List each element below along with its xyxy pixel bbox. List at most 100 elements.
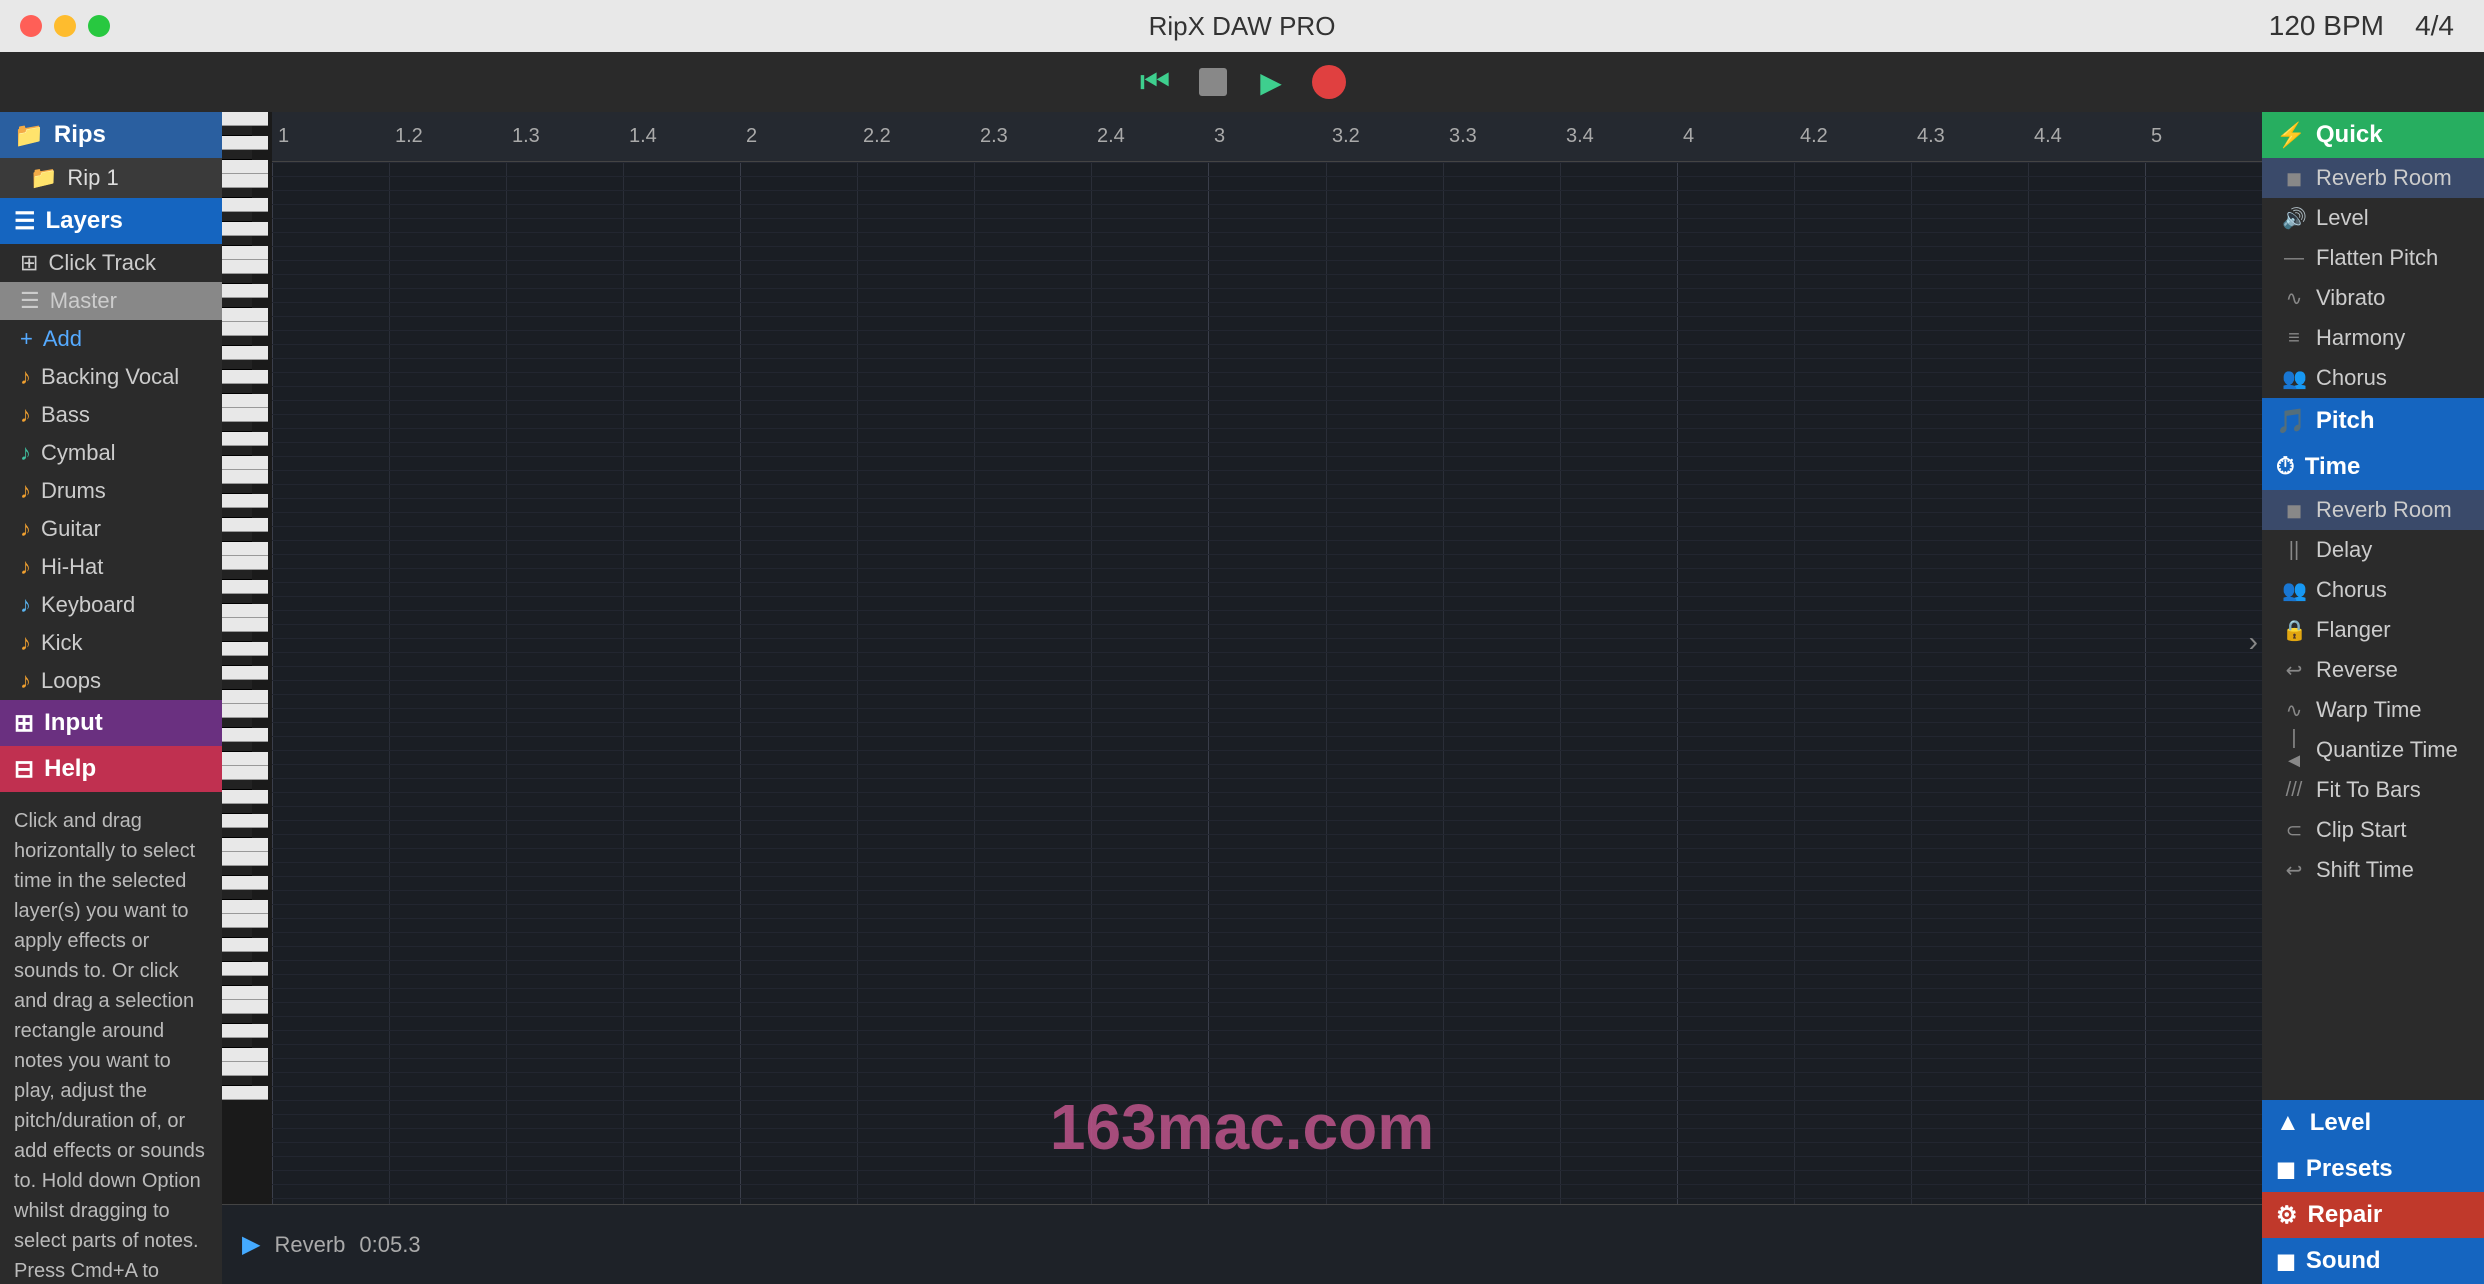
close-button[interactable] xyxy=(20,15,42,37)
right-item-reverb-room-time[interactable]: ◼ Reverb Room xyxy=(2262,490,2484,530)
grid-area[interactable] xyxy=(272,162,2262,1204)
record-button[interactable] xyxy=(1310,63,1348,101)
piano-key-white[interactable] xyxy=(222,1062,268,1076)
piano-key-white[interactable] xyxy=(222,1086,268,1100)
layer-click-track[interactable]: ⊞ Click Track xyxy=(0,244,222,282)
piano-key-black[interactable] xyxy=(222,656,252,666)
layer-guitar[interactable]: ♪ Guitar xyxy=(0,510,222,548)
piano-key-white[interactable] xyxy=(222,1024,268,1038)
piano-key-white[interactable] xyxy=(222,494,268,508)
piano-key-black[interactable] xyxy=(222,150,252,160)
piano-key-black[interactable] xyxy=(222,274,252,284)
piano-key-white[interactable] xyxy=(222,136,268,150)
piano-key-black[interactable] xyxy=(222,804,252,814)
layer-keyboard[interactable]: ♪ Keyboard xyxy=(0,586,222,624)
piano-key-white[interactable] xyxy=(222,914,268,928)
level-header[interactable]: ▲ Level xyxy=(2262,1100,2484,1146)
piano-key-white[interactable] xyxy=(222,752,268,766)
piano-key-black[interactable] xyxy=(222,188,252,198)
piano-key-black[interactable] xyxy=(222,828,252,838)
piano-key-white[interactable] xyxy=(222,408,268,422)
right-item-harmony[interactable]: ≡ Harmony xyxy=(2262,318,2484,358)
piano-key-white[interactable] xyxy=(222,642,268,656)
piano-key-white[interactable] xyxy=(222,580,268,594)
piano-key-black[interactable] xyxy=(222,360,252,370)
piano-key-white[interactable] xyxy=(222,556,268,570)
quick-header[interactable]: ⚡ Quick xyxy=(2262,112,2484,158)
help-section-header[interactable]: ⊟ Help xyxy=(0,746,222,792)
maximize-button[interactable] xyxy=(88,15,110,37)
right-item-warp-time[interactable]: ∿ Warp Time xyxy=(2262,690,2484,730)
right-item-level[interactable]: 🔊 Level xyxy=(2262,198,2484,238)
piano-key-black[interactable] xyxy=(222,384,252,394)
minimize-button[interactable] xyxy=(54,15,76,37)
piano-key-black[interactable] xyxy=(222,446,252,456)
piano-key-white[interactable] xyxy=(222,666,268,680)
piano-key-white[interactable] xyxy=(222,604,268,618)
piano-key-white[interactable] xyxy=(222,790,268,804)
piano-key-white[interactable] xyxy=(222,518,268,532)
rips-header[interactable]: 📁 Rips xyxy=(0,112,222,158)
right-item-chorus-time[interactable]: 👥 Chorus xyxy=(2262,570,2484,610)
piano-key-white[interactable] xyxy=(222,986,268,1000)
piano-key-white[interactable] xyxy=(222,394,268,408)
piano-key-white[interactable] xyxy=(222,542,268,556)
presets-header[interactable]: ◼ Presets xyxy=(2262,1146,2484,1192)
piano-key-white[interactable] xyxy=(222,938,268,952)
piano-key-white[interactable] xyxy=(222,876,268,890)
layer-hi-hat[interactable]: ♪ Hi-Hat xyxy=(0,548,222,586)
piano-key-black[interactable] xyxy=(222,508,252,518)
sound-header[interactable]: ◼ Sound xyxy=(2262,1238,2484,1284)
piano-key-black[interactable] xyxy=(222,680,252,690)
piano-key-white[interactable] xyxy=(222,1000,268,1014)
right-item-flanger[interactable]: 🔒 Flanger xyxy=(2262,610,2484,650)
piano-key-black[interactable] xyxy=(222,126,252,136)
piano-key-white[interactable] xyxy=(222,838,268,852)
piano-key-white[interactable] xyxy=(222,370,268,384)
piano-key-white[interactable] xyxy=(222,814,268,828)
piano-key-white[interactable] xyxy=(222,160,268,174)
piano-key-black[interactable] xyxy=(222,952,252,962)
piano-key-black[interactable] xyxy=(222,236,252,246)
piano-key-black[interactable] xyxy=(222,632,252,642)
piano-key-black[interactable] xyxy=(222,570,252,580)
piano-key-black[interactable] xyxy=(222,1014,252,1024)
piano-key-white[interactable] xyxy=(222,308,268,322)
layers-header[interactable]: ☰ Layers xyxy=(0,198,222,244)
piano-key-black[interactable] xyxy=(222,594,252,604)
piano-key-white[interactable] xyxy=(222,704,268,718)
piano-key-black[interactable] xyxy=(222,976,252,986)
piano-key-black[interactable] xyxy=(222,422,252,432)
right-item-chorus-quick[interactable]: 👥 Chorus xyxy=(2262,358,2484,398)
layer-master[interactable]: ☰ Master xyxy=(0,282,222,320)
piano-key-black[interactable] xyxy=(222,866,252,876)
right-item-reverse[interactable]: ↩ Reverse xyxy=(2262,650,2484,690)
piano-keyboard[interactable] xyxy=(222,112,272,1204)
main-grid[interactable]: 11.21.31.422.22.32.433.23.33.444.24.34.4… xyxy=(272,112,2262,1204)
piano-key-black[interactable] xyxy=(222,212,252,222)
layer-bass[interactable]: ♪ Bass xyxy=(0,396,222,434)
piano-key-black[interactable] xyxy=(222,532,252,542)
piano-key-white[interactable] xyxy=(222,690,268,704)
piano-key-white[interactable] xyxy=(222,284,268,298)
right-item-reverb-room-quick[interactable]: ◼ Reverb Room xyxy=(2262,158,2484,198)
piano-key-white[interactable] xyxy=(222,470,268,484)
piano-key-black[interactable] xyxy=(222,484,252,494)
edge-collapse-icon[interactable]: › xyxy=(2249,626,2258,658)
piano-key-white[interactable] xyxy=(222,900,268,914)
piano-key-white[interactable] xyxy=(222,322,268,336)
piano-key-white[interactable] xyxy=(222,112,268,126)
rip-1-item[interactable]: 📁 Rip 1 xyxy=(0,158,222,198)
right-item-shift-time[interactable]: ↩ Shift Time xyxy=(2262,850,2484,890)
right-item-flatten-pitch[interactable]: — Flatten Pitch xyxy=(2262,238,2484,278)
piano-key-white[interactable] xyxy=(222,246,268,260)
skip-back-button[interactable]: ⏮ xyxy=(1136,63,1174,101)
play-button[interactable]: ▶ xyxy=(1252,63,1290,101)
piano-key-white[interactable] xyxy=(222,174,268,188)
piano-key-white[interactable] xyxy=(222,962,268,976)
pitch-header[interactable]: 🎵 Pitch xyxy=(2262,398,2484,444)
piano-key-black[interactable] xyxy=(222,742,252,752)
layer-backing-vocal[interactable]: ♪ Backing Vocal xyxy=(0,358,222,396)
piano-key-black[interactable] xyxy=(222,780,252,790)
piano-key-black[interactable] xyxy=(222,1076,252,1086)
